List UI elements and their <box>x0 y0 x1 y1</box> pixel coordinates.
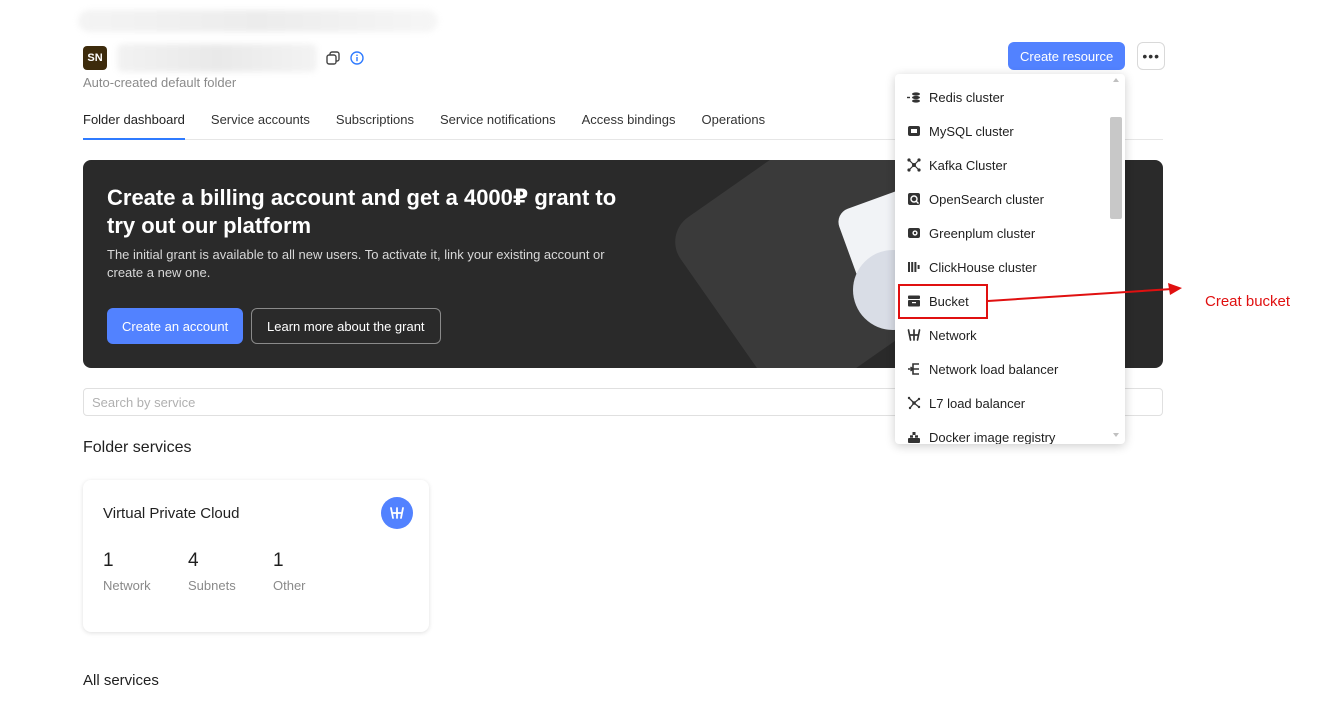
mysql-icon <box>906 123 922 139</box>
learn-more-grant-button[interactable]: Learn more about the grant <box>251 308 441 344</box>
banner-text: The initial grant is available to all ne… <box>107 247 605 280</box>
folder-avatar: SN <box>83 46 107 70</box>
stat-value: 1 <box>103 550 114 571</box>
scroll-down-arrow[interactable] <box>1113 433 1119 437</box>
card-title: Virtual Private Cloud <box>103 505 240 522</box>
menu-item-redis[interactable]: Redis cluster <box>895 81 1110 113</box>
folder-header: SN <box>83 44 365 72</box>
vpc-service-card[interactable]: Virtual Private Cloud 1 Network 4 Subnet… <box>83 480 429 632</box>
stat-other[interactable]: 1 Other <box>273 550 306 593</box>
kafka-icon <box>906 157 922 173</box>
more-actions-button[interactable]: ••• <box>1137 42 1166 70</box>
menu-item-label: Redis cluster <box>929 89 1005 105</box>
folder-services-heading: Folder services <box>83 439 192 456</box>
l7-balancer-icon <box>906 395 922 411</box>
stat-label: Network <box>103 578 151 593</box>
annotation-arrow <box>987 283 1182 302</box>
docker-registry-icon <box>906 429 922 444</box>
menu-item-l7-load-balancer[interactable]: L7 load balancer <box>895 387 1110 419</box>
scroll-up-arrow[interactable] <box>1113 78 1119 82</box>
dropdown-scrollbar[interactable] <box>1110 117 1122 219</box>
menu-item-clickhouse[interactable]: ClickHouse cluster <box>895 251 1110 283</box>
menu-item-network-load-balancer[interactable]: Network load balancer <box>895 353 1110 385</box>
menu-item-label: Greenplum cluster <box>929 225 1036 241</box>
stat-label: Subnets <box>188 578 236 593</box>
network-icon <box>381 497 413 529</box>
stat-value: 1 <box>273 550 284 571</box>
stat-network[interactable]: 1 Network <box>103 550 151 593</box>
folder-name-blurred <box>117 44 317 72</box>
tab-operations[interactable]: Operations <box>702 108 766 140</box>
tab-subscriptions[interactable]: Subscriptions <box>336 108 414 140</box>
tab-service-accounts[interactable]: Service accounts <box>211 108 310 140</box>
menu-item-kafka[interactable]: Kafka Cluster <box>895 149 1110 181</box>
opensearch-icon <box>906 191 922 207</box>
menu-item-label: Docker image registry <box>929 429 1056 445</box>
create-resource-button[interactable]: Create resource <box>1008 42 1126 70</box>
load-balancer-icon <box>906 361 922 377</box>
tab-access-bindings[interactable]: Access bindings <box>582 108 676 140</box>
all-services-heading: All services <box>83 672 159 689</box>
menu-item-label: MySQL cluster <box>929 123 1014 139</box>
menu-item-opensearch[interactable]: OpenSearch cluster <box>895 183 1110 215</box>
copy-icon[interactable] <box>325 50 341 66</box>
menu-item-greenplum[interactable]: Greenplum cluster <box>895 217 1110 249</box>
blurred-breadcrumb <box>78 10 438 32</box>
menu-item-docker-registry[interactable]: Docker image registry <box>895 421 1110 444</box>
info-icon[interactable] <box>349 50 365 66</box>
menu-item-mysql[interactable]: MySQL cluster <box>895 115 1110 147</box>
stat-label: Other <box>273 578 306 593</box>
bucket-highlight-box <box>898 284 988 319</box>
redis-icon <box>906 89 922 105</box>
menu-item-label: OpenSearch cluster <box>929 191 1044 207</box>
create-resource-dropdown: Redis cluster MySQL cluster Kafka Cluste… <box>895 74 1125 444</box>
folder-description: Auto-created default folder <box>83 75 237 90</box>
stat-value: 4 <box>188 550 199 571</box>
menu-item-label: Network load balancer <box>929 361 1059 377</box>
menu-item-label: ClickHouse cluster <box>929 259 1037 275</box>
network-icon <box>906 327 922 343</box>
annotation-label: Creat bucket <box>1205 293 1291 310</box>
greenplum-icon <box>906 225 922 241</box>
menu-item-network[interactable]: Network <box>895 319 1110 351</box>
menu-item-label: Network <box>929 327 977 343</box>
stat-subnets[interactable]: 4 Subnets <box>188 550 236 593</box>
menu-item-label: Kafka Cluster <box>929 157 1008 173</box>
menu-item-label: L7 load balancer <box>929 395 1026 411</box>
clickhouse-icon <box>906 259 922 275</box>
create-account-button[interactable]: Create an account <box>107 308 244 344</box>
banner-title: Create a billing account and get a 4000₽… <box>107 185 617 238</box>
top-actions: Create resource ••• <box>1008 42 1166 70</box>
tab-folder-dashboard[interactable]: Folder dashboard <box>83 108 185 140</box>
tab-service-notifications[interactable]: Service notifications <box>440 108 556 140</box>
